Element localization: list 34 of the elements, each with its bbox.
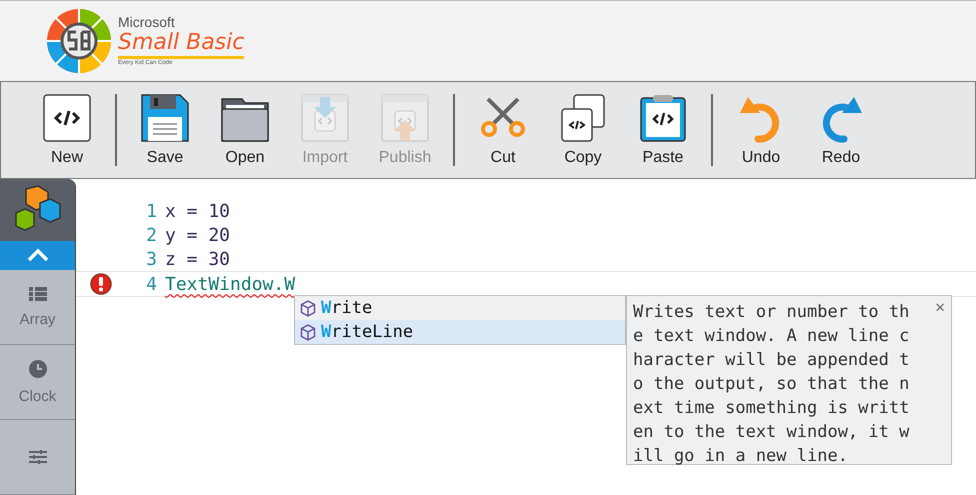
code-line: x = 10	[165, 200, 230, 222]
publish-window-icon	[380, 93, 430, 143]
suggestion-item[interactable]: Write	[295, 296, 625, 320]
undo-button[interactable]: Undo	[721, 87, 801, 173]
import-window-icon	[300, 93, 350, 143]
code-page-icon	[42, 93, 92, 143]
logo-brand: Microsoft	[118, 14, 176, 30]
clock-icon	[28, 360, 46, 378]
suggestion-item[interactable]: WriteLine	[295, 320, 625, 344]
redo-button[interactable]: Redo	[801, 87, 881, 173]
cube-icon	[300, 300, 316, 316]
chevron-up-icon	[26, 248, 48, 262]
save-button[interactable]: Save	[125, 87, 205, 173]
tooltip-text: Writes text or number to the text window. A new line character will be appended to the output, so that the next time something is written to the text window, it will go in a new line.	[633, 301, 910, 468]
sliders-icon	[28, 450, 46, 464]
line-number: 3	[145, 248, 158, 270]
cut-button[interactable]: Cut	[463, 87, 543, 173]
code-line: y = 20	[165, 224, 230, 246]
close-button[interactable]: ×	[935, 300, 945, 316]
open-button[interactable]: Open	[205, 87, 285, 173]
line-number: 2	[145, 224, 158, 246]
copy-button[interactable]: Copy	[543, 87, 623, 173]
line-number: 4	[145, 274, 158, 294]
logo-product: Small Basic	[118, 30, 244, 58]
logo-icon	[46, 8, 112, 74]
paste-button[interactable]: Paste	[623, 87, 703, 173]
line-number: 1	[145, 200, 158, 222]
code-line: TextWindow.W	[165, 274, 296, 294]
cube-icon	[300, 324, 316, 340]
clipboard-icon	[638, 93, 688, 143]
collapse-button[interactable]	[0, 240, 75, 270]
code-line: z = 30	[165, 248, 230, 270]
new-button[interactable]: New	[27, 87, 107, 173]
list-icon	[28, 286, 46, 300]
